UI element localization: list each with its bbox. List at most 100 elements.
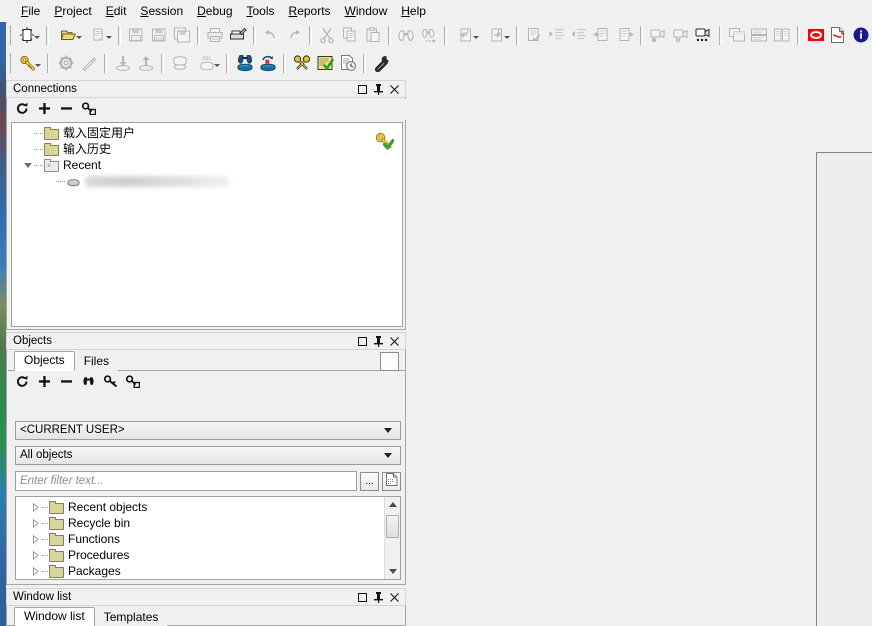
- connection-node[interactable]: [12, 173, 402, 189]
- objects-filter-browse-button[interactable]: ...: [360, 471, 379, 491]
- save-as-button[interactable]: [148, 24, 171, 46]
- menu-debug[interactable]: Debug: [190, 2, 239, 20]
- chevron-right-icon[interactable]: [30, 534, 41, 545]
- indent-button[interactable]: [545, 24, 568, 46]
- object-tree-node[interactable]: Package bodies: [16, 579, 384, 580]
- mdi-workspace[interactable]: [816, 152, 872, 626]
- tile-horizontal-button[interactable]: [748, 24, 771, 46]
- objects-vertical-scrollbar[interactable]: [384, 497, 400, 579]
- maximize-panel-button[interactable]: [357, 84, 368, 95]
- copy-button[interactable]: [339, 24, 362, 46]
- oracle-button[interactable]: [804, 24, 827, 46]
- chevron-right-icon[interactable]: [30, 518, 41, 529]
- scroll-up-button[interactable]: [385, 497, 400, 512]
- object-browser-config-button[interactable]: [125, 375, 140, 391]
- maximize-panel-button[interactable]: [357, 592, 368, 603]
- about-button[interactable]: [849, 24, 872, 46]
- redo-button[interactable]: [283, 24, 306, 46]
- remove-connection-button[interactable]: [59, 102, 74, 117]
- new-object-button[interactable]: [12, 24, 42, 46]
- add-connection-button[interactable]: [37, 102, 52, 117]
- menu-edit[interactable]: Edit: [99, 2, 134, 20]
- cascade-windows-button[interactable]: [726, 24, 749, 46]
- menu-project[interactable]: Project: [47, 2, 98, 20]
- object-type-select[interactable]: All objects: [15, 446, 401, 465]
- chevron-down-icon[interactable]: [503, 36, 510, 39]
- menu-file[interactable]: File: [14, 2, 47, 20]
- test-button[interactable]: [77, 52, 100, 74]
- reopen-button[interactable]: [84, 24, 114, 46]
- tab-windowlist-window-list[interactable]: Window list: [14, 607, 95, 626]
- previous-button[interactable]: [451, 24, 481, 46]
- object-preview-toggle[interactable]: [380, 352, 399, 371]
- collapse-all-button[interactable]: [59, 376, 74, 391]
- menu-window[interactable]: Window: [338, 2, 395, 20]
- tab-objects-files[interactable]: Files: [74, 353, 119, 371]
- object-tree-node[interactable]: Recycle bin: [16, 515, 384, 531]
- export-pdf-button[interactable]: [827, 24, 850, 46]
- comment-button[interactable]: [591, 24, 614, 46]
- next-button[interactable]: [481, 24, 511, 46]
- refresh-connections-button[interactable]: [15, 102, 30, 117]
- object-tree-node[interactable]: Recent objects: [16, 499, 384, 515]
- open-button[interactable]: [53, 24, 83, 46]
- print-setup-button[interactable]: [226, 24, 249, 46]
- tree-node[interactable]: 输入历史: [12, 141, 402, 157]
- pause-recording-button[interactable]: [669, 24, 692, 46]
- task-list-button[interactable]: [313, 52, 336, 74]
- import-button[interactable]: [111, 52, 134, 74]
- maximize-panel-button[interactable]: [357, 336, 368, 347]
- menu-tools[interactable]: Tools: [240, 2, 282, 20]
- chevron-down-icon[interactable]: [473, 36, 480, 39]
- find-next-button[interactable]: [417, 24, 440, 46]
- save-all-button[interactable]: [170, 24, 193, 46]
- expand-all-button[interactable]: [37, 376, 52, 391]
- preferences-button[interactable]: [370, 52, 393, 74]
- menu-help[interactable]: Help: [394, 2, 433, 20]
- check-syntax-button[interactable]: [523, 24, 546, 46]
- chevron-right-icon[interactable]: [30, 566, 41, 577]
- objects-filter-script-button[interactable]: [382, 471, 401, 491]
- object-tree-node[interactable]: Packages: [16, 563, 384, 579]
- export-button[interactable]: [134, 52, 157, 74]
- tile-vertical-button[interactable]: [771, 24, 794, 46]
- objects-tree[interactable]: Recent objects Recycle bin Functions Proced…: [15, 496, 401, 580]
- menu-session[interactable]: Session: [133, 2, 190, 20]
- chevron-down-icon[interactable]: [34, 36, 41, 39]
- paste-button[interactable]: [361, 24, 384, 46]
- chevron-down-icon[interactable]: [35, 64, 41, 67]
- compile-button[interactable]: [54, 52, 77, 74]
- object-browser-filter-button[interactable]: [103, 375, 118, 391]
- close-panel-button[interactable]: [389, 84, 400, 95]
- outdent-button[interactable]: [568, 24, 591, 46]
- chevron-down-icon[interactable]: [214, 64, 220, 67]
- tab-windowlist-templates[interactable]: Templates: [94, 609, 168, 626]
- connection-properties-button[interactable]: [81, 101, 96, 117]
- connections-tree[interactable]: 载入固定用户 输入历史 × Recent: [11, 122, 403, 327]
- close-panel-button[interactable]: [389, 592, 400, 603]
- object-tree-node[interactable]: Functions: [16, 531, 384, 547]
- chevron-right-icon[interactable]: [30, 550, 41, 561]
- pin-panel-button[interactable]: [373, 335, 384, 347]
- scroll-down-button[interactable]: [385, 564, 400, 579]
- owner-select[interactable]: <CURRENT USER>: [15, 421, 401, 440]
- expander-icon[interactable]: [22, 160, 33, 171]
- save-button[interactable]: [125, 24, 148, 46]
- cut-button[interactable]: [316, 24, 339, 46]
- find-button[interactable]: [395, 24, 418, 46]
- close-panel-button[interactable]: [389, 336, 400, 347]
- menu-reports[interactable]: Reports: [282, 2, 338, 20]
- session-keys-button[interactable]: [290, 52, 313, 74]
- undo-button[interactable]: [260, 24, 283, 46]
- find-object-button[interactable]: [81, 376, 96, 391]
- scrollbar-thumb[interactable]: [386, 515, 399, 538]
- refresh-objects-button[interactable]: [15, 375, 30, 391]
- tree-node[interactable]: × Recent: [12, 157, 402, 173]
- history-button[interactable]: [336, 52, 359, 74]
- pin-panel-button[interactable]: [373, 83, 384, 95]
- chevron-right-icon[interactable]: [30, 502, 41, 513]
- tree-node[interactable]: 载入固定用户: [12, 125, 402, 141]
- compare-user-objects-button[interactable]: [256, 52, 279, 74]
- print-button[interactable]: [204, 24, 227, 46]
- logon-button[interactable]: [12, 52, 43, 74]
